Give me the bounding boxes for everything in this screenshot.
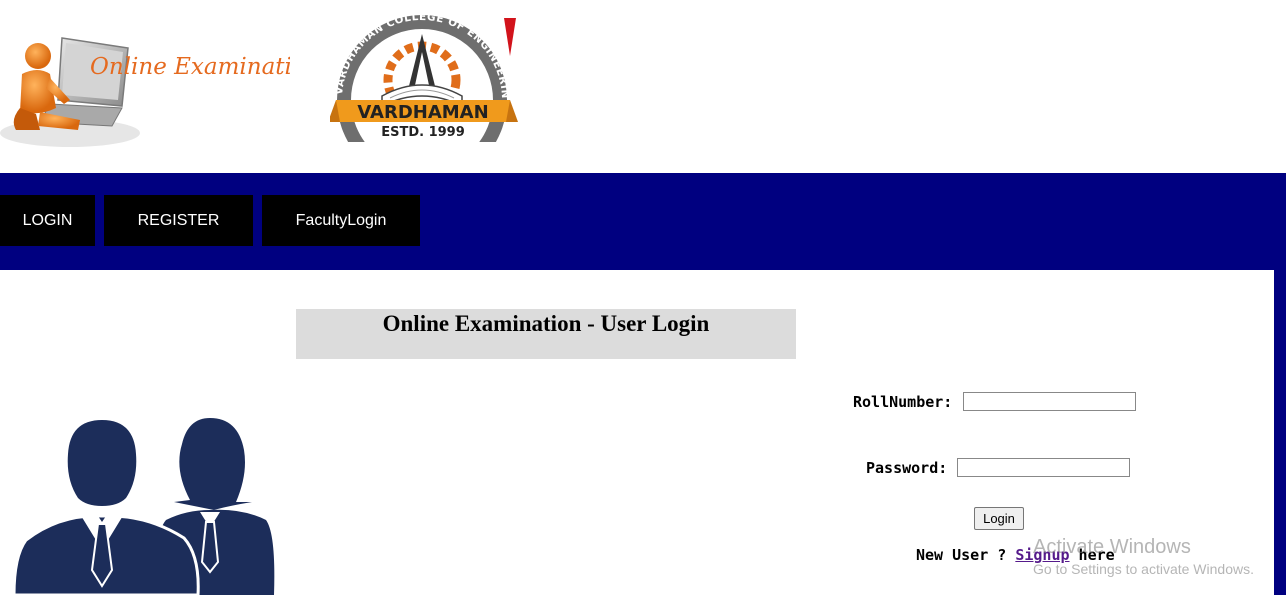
college-emblem-icon: VARDHAMAN COLLEGE OF ENGINEERING VARDHAM… (325, 3, 518, 186)
college-banner-text: VARDHAMAN (357, 102, 488, 123)
users-illustration (12, 410, 279, 597)
activate-windows-subtitle: Go to Settings to activate Windows. (1033, 561, 1254, 577)
nav-register-label: REGISTER (137, 211, 220, 229)
person-laptop-icon: Online Examination (0, 37, 321, 147)
users-icon (12, 418, 275, 597)
nav-faculty-login-button[interactable]: FacultyLogin (262, 195, 420, 246)
logo-text: Online Examination (90, 54, 290, 80)
nav-login-button[interactable]: LOGIN (0, 195, 95, 246)
login-button-label: Login (983, 511, 1015, 526)
roll-number-label: RollNumber: (853, 393, 953, 411)
login-button[interactable]: Login (974, 507, 1024, 530)
page-title: Online Examination - User Login (382, 311, 710, 336)
password-label: Password: (866, 459, 948, 477)
nav-faculty-login-label: FacultyLogin (295, 211, 387, 229)
nav-login-label: LOGIN (22, 211, 73, 229)
login-title-box: Online Examination - User Login (296, 309, 796, 359)
online-examination-logo: Online Examination (0, 8, 321, 153)
activate-windows-title: Activate Windows (1033, 536, 1191, 558)
nav-register-button[interactable]: REGISTER (104, 195, 253, 246)
signup-prefix: New User ? (916, 546, 1016, 564)
roll-number-input[interactable] (963, 392, 1136, 411)
password-input[interactable] (957, 458, 1130, 477)
page-header: Online Examination VARDHAMAN COLLEGE OF … (0, 0, 1286, 186)
college-estd-text: ESTD. 1999 (381, 125, 465, 140)
main-nav: LOGIN REGISTER FacultyLogin (0, 173, 1286, 270)
college-logo: VARDHAMAN COLLEGE OF ENGINEERING VARDHAM… (325, 3, 520, 186)
right-border-bar (1274, 270, 1286, 595)
